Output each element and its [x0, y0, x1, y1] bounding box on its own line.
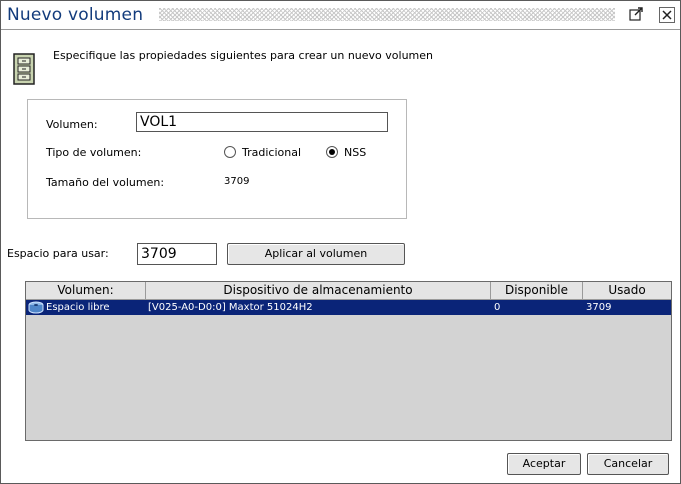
title-bar-pattern [159, 8, 615, 21]
cancel-button[interactable]: Cancelar [587, 453, 669, 475]
instruction-text: Especifique las propiedades siguientes p… [53, 49, 433, 62]
volume-name-input[interactable] [136, 112, 388, 132]
table-header: Volumen: Dispositivo de almacenamiento D… [26, 282, 671, 300]
traditional-radio-label[interactable]: Tradicional [242, 146, 301, 159]
space-to-use-input[interactable] [137, 243, 217, 265]
volume-size-value: 3709 [224, 176, 250, 187]
nss-radio[interactable] [326, 146, 338, 158]
storage-table: Volumen: Dispositivo de almacenamiento D… [25, 281, 672, 441]
column-header-volume[interactable]: Volumen: [26, 282, 146, 299]
cell-device: [V025-A0-D0:0] Maxtor 51024H2 [148, 302, 313, 313]
column-header-available[interactable]: Disponible [491, 282, 583, 299]
nss-radio-label[interactable]: NSS [344, 146, 366, 159]
cabinet-icon [13, 53, 35, 88]
column-header-device[interactable]: Dispositivo de almacenamiento [146, 282, 491, 299]
accept-button[interactable]: Aceptar [507, 453, 581, 475]
volume-size-label: Tamaño del volumen: [46, 176, 165, 189]
maximize-icon[interactable] [629, 6, 645, 22]
table-row[interactable]: Espacio libre [V025-A0-D0:0] Maxtor 5102… [26, 300, 671, 315]
new-volume-dialog: Nuevo volumen Especifique las propiedade… [0, 0, 681, 484]
traditional-radio[interactable] [224, 146, 236, 158]
window-title: Nuevo volumen [7, 5, 144, 25]
space-to-use-label: Espacio para usar: [7, 247, 109, 260]
volume-type-label: Tipo de volumen: [46, 146, 142, 159]
cell-used: 3709 [586, 302, 612, 313]
title-bar[interactable]: Nuevo volumen [1, 1, 680, 30]
close-icon[interactable] [659, 7, 675, 23]
cell-available: 0 [494, 302, 501, 313]
apply-to-volume-button[interactable]: Aplicar al volumen [227, 243, 405, 265]
column-header-used[interactable]: Usado [583, 282, 671, 299]
disk-icon [28, 301, 44, 317]
volume-name-label: Volumen: [46, 118, 98, 131]
volume-properties-group: Volumen: Tipo de volumen: Tradicional NS… [27, 99, 407, 219]
cell-volume: Espacio libre [46, 302, 110, 313]
